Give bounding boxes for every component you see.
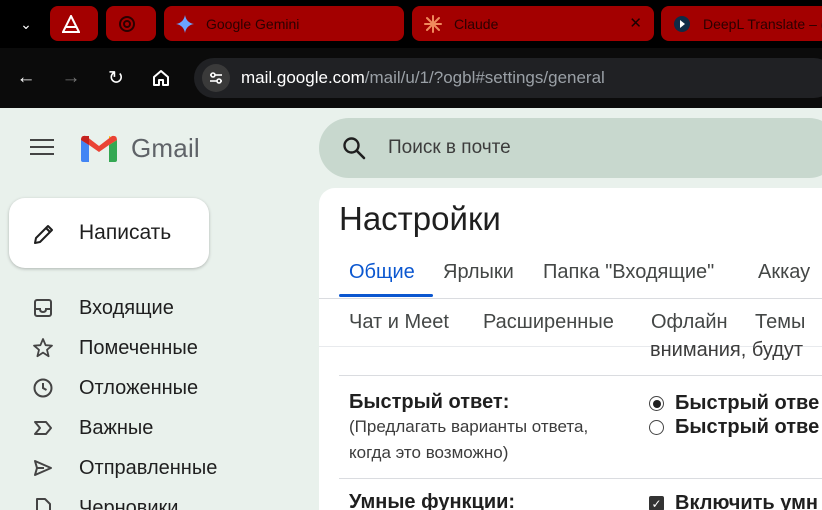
option-label: Включить умн (675, 492, 819, 510)
smart-features-option[interactable]: ✓ Включить умн (649, 492, 818, 510)
reload-icon[interactable]: ↻ (102, 64, 130, 92)
deepl-logo-icon (673, 15, 691, 33)
tab-themes[interactable]: Темы (755, 311, 805, 334)
home-icon[interactable] (147, 64, 175, 92)
url-omnibox[interactable]: mail.google.com/mail/u/1/?ogbl#settings/… (194, 58, 822, 98)
url-text: mail.google.com/mail/u/1/?ogbl#settings/… (241, 68, 605, 88)
browser-tab-claude[interactable]: Claude ✕ (412, 6, 654, 41)
tab-chat-meet[interactable]: Чат и Meet (349, 311, 449, 334)
quick-reply-off-option[interactable]: Быстрый отве (649, 416, 819, 439)
page-title: Настройки (339, 200, 501, 237)
browser-address-bar: ← → ↻ mail.google.com/mail/u/1/?ogbl#set… (0, 48, 822, 108)
claude-asterisk-icon (424, 14, 442, 33)
back-arrow-icon[interactable]: ← (12, 64, 40, 92)
url-path: /mail/u/1/?ogbl#settings/general (364, 68, 605, 87)
tab-accounts[interactable]: Аккау (758, 261, 810, 284)
compose-button[interactable]: Написать (9, 198, 209, 268)
nav-item-snoozed[interactable]: Отложенные (30, 368, 310, 408)
url-host: mail.google.com (241, 68, 365, 87)
main-menu-icon[interactable] (30, 139, 58, 159)
close-tab-icon[interactable]: ✕ (629, 14, 642, 32)
tab-offline[interactable]: Офлайн (651, 311, 728, 334)
nav-item-sent[interactable]: Отправленные (30, 448, 310, 488)
nav-item-label: Входящие (79, 296, 174, 319)
draft-icon (30, 495, 56, 510)
nav-item-label: Черновики (79, 496, 179, 510)
mail-search-bar[interactable]: Поиск в почте (319, 118, 822, 178)
tab-label: DeepL Translate – ( (703, 15, 822, 32)
row-divider (339, 478, 822, 479)
nav-item-label: Важные (79, 416, 154, 439)
browser-tab-2[interactable] (106, 6, 156, 41)
option-label: Быстрый отве (675, 392, 820, 414)
nav-item-label: Отправленные (79, 456, 218, 479)
browser-tab-bar: ⌄ Google Gemini Claude ✕ DeepL Translate… (0, 0, 822, 48)
smart-features-setting-name: Умные функции: (349, 491, 516, 510)
gemini-sparkle-icon (176, 14, 194, 33)
nav-item-drafts[interactable]: Черновики (30, 488, 310, 510)
checkbox-checked[interactable]: ✓ (649, 496, 664, 510)
nav-item-starred[interactable]: Помеченные (30, 328, 310, 368)
search-icon[interactable] (341, 135, 367, 161)
tab-advanced[interactable]: Расширенные (483, 311, 614, 334)
settings-panel: Настройки Общие Ярлыки Папка "Входящие" … (319, 188, 822, 510)
quick-reply-on-option[interactable]: Быстрый отве (649, 392, 819, 415)
tab-labels[interactable]: Ярлыки (443, 261, 514, 284)
send-icon (30, 455, 56, 481)
quick-reply-setting-desc: (Предлагать варианты ответа, когда это в… (349, 417, 589, 462)
active-tab-indicator (339, 294, 433, 297)
search-placeholder: Поиск в почте (388, 137, 511, 158)
radio-unselected[interactable] (649, 420, 664, 435)
openai-logo-icon (118, 15, 136, 33)
tab-inbox[interactable]: Папка "Входящие" (543, 261, 714, 284)
tab-general[interactable]: Общие (349, 261, 415, 284)
browser-tab-1[interactable] (50, 6, 98, 41)
triangle-logo-icon (62, 14, 80, 33)
quick-reply-setting-name: Быстрый ответ: (349, 391, 510, 413)
tab-label: Claude (454, 15, 499, 32)
nav-item-label: Помеченные (79, 336, 198, 359)
gmail-wordmark[interactable]: Gmail (131, 133, 200, 164)
nav-item-important[interactable]: Важные (30, 408, 310, 448)
important-icon (30, 415, 56, 441)
clock-icon (30, 375, 56, 401)
compose-label: Написать (79, 221, 172, 244)
option-label: Быстрый отве (675, 416, 820, 438)
clipped-setting-text: внимания, будут (650, 339, 804, 361)
nav-item-inbox[interactable]: Входящие (30, 288, 310, 328)
site-settings-icon[interactable] (202, 64, 230, 92)
tab-divider (319, 298, 822, 299)
star-icon (30, 335, 56, 361)
gmail-logo-icon[interactable] (79, 132, 119, 164)
browser-tab-deepl[interactable]: DeepL Translate – ( (661, 6, 822, 41)
forward-arrow-icon[interactable]: → (57, 64, 85, 92)
pencil-icon (31, 221, 57, 247)
nav-item-label: Отложенные (79, 376, 199, 399)
inbox-icon (30, 295, 56, 321)
browser-tab-gemini[interactable]: Google Gemini (164, 6, 404, 41)
radio-selected[interactable] (649, 396, 664, 411)
row-divider (339, 375, 822, 376)
tab-search-chevron-icon[interactable]: ⌄ (12, 10, 40, 38)
tab-label: Google Gemini (206, 15, 300, 32)
